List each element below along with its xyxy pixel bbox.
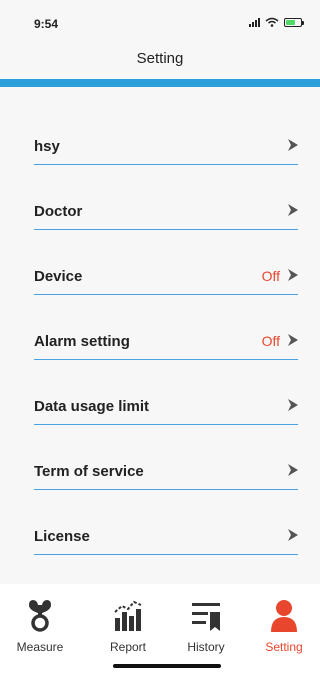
status-bar: 9:54	[0, 0, 320, 38]
settings-item-label: hsy	[34, 138, 60, 155]
chevron-right-icon	[288, 204, 298, 216]
chevron-right-icon	[288, 464, 298, 476]
report-icon	[114, 600, 142, 631]
signal-icon	[249, 17, 260, 27]
tab-report[interactable]: Report	[96, 584, 160, 664]
settings-item-label: License	[34, 528, 90, 545]
settings-item-label: Alarm setting	[34, 333, 130, 350]
settings-item-data-usage[interactable]: Data usage limit	[0, 360, 320, 425]
chevron-right-icon	[288, 334, 298, 346]
chevron-right-icon	[288, 139, 298, 151]
status-icons	[249, 16, 304, 28]
settings-item-label: Term of service	[34, 463, 144, 480]
settings-item-device[interactable]: Device Off	[0, 230, 320, 295]
chevron-right-icon	[288, 269, 298, 281]
page-title: Setting	[136, 50, 184, 67]
settings-item-label: Doctor	[34, 203, 83, 220]
tab-setting[interactable]: Setting	[252, 584, 316, 664]
tab-measure[interactable]: Measure	[8, 584, 72, 664]
settings-item-alarm[interactable]: Alarm setting Off	[0, 295, 320, 360]
settings-item-doctor[interactable]: Doctor	[0, 165, 320, 230]
tab-label: History	[187, 640, 225, 654]
measure-icon	[29, 600, 51, 632]
status-time: 9:54	[34, 17, 59, 31]
tab-label: Setting	[265, 640, 303, 654]
user-icon	[271, 600, 297, 632]
settings-item-terms[interactable]: Term of service	[0, 425, 320, 490]
chevron-right-icon	[288, 399, 298, 411]
settings-list: hsy Doctor Device Off Alarm setting Off …	[0, 100, 320, 555]
battery-icon	[284, 17, 304, 27]
history-icon	[192, 603, 220, 631]
settings-item-label: Data usage limit	[34, 398, 150, 415]
alarm-status: Off	[261, 333, 280, 349]
divider	[34, 554, 298, 555]
settings-item-label: Device	[34, 268, 83, 285]
tab-label: Measure	[16, 640, 64, 654]
tab-history[interactable]: History	[174, 584, 238, 664]
chevron-right-icon	[288, 529, 298, 541]
settings-item-license[interactable]: License	[0, 490, 320, 555]
wifi-icon	[265, 17, 279, 27]
tab-label: Report	[109, 640, 147, 654]
header-accent-bar	[0, 79, 320, 87]
device-status: Off	[261, 268, 280, 284]
home-indicator	[113, 664, 221, 668]
settings-item-profile[interactable]: hsy	[0, 100, 320, 165]
